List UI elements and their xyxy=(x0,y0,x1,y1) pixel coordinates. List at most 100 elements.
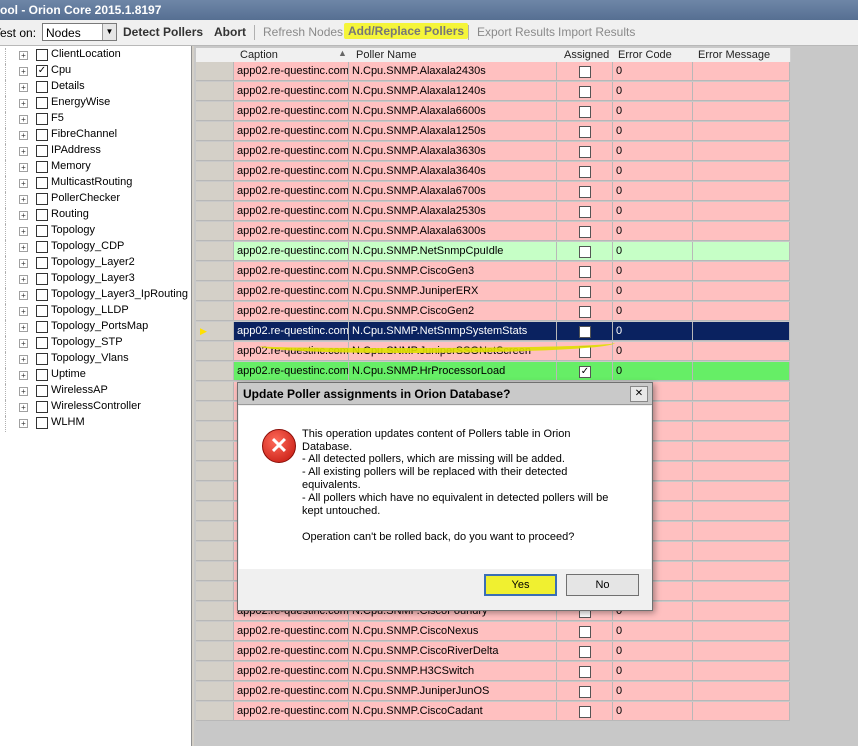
assigned-checkbox[interactable] xyxy=(579,106,591,118)
expand-icon[interactable]: + xyxy=(19,115,28,124)
tree-item[interactable]: + PollerChecker xyxy=(0,192,191,208)
expand-icon[interactable]: + xyxy=(19,291,28,300)
table-row[interactable]: app02.re-questinc.com N.Cpu.SNMP.Alaxala1… xyxy=(196,82,790,102)
row-selector[interactable] xyxy=(196,242,234,261)
expand-icon[interactable]: + xyxy=(19,131,28,140)
row-selector[interactable] xyxy=(196,702,234,721)
table-row[interactable]: app02.re-questinc.com N.Cpu.SNMP.CiscoCad… xyxy=(196,702,790,722)
expand-icon[interactable]: + xyxy=(19,323,28,332)
row-selector[interactable] xyxy=(196,282,234,301)
assigned-checkbox[interactable] xyxy=(579,186,591,198)
row-selector[interactable] xyxy=(196,62,234,81)
tree-checkbox[interactable] xyxy=(36,321,48,333)
add-replace-pollers-button[interactable]: Add/Replace Pollers xyxy=(344,23,469,39)
tree-item[interactable]: + IPAddress xyxy=(0,144,191,160)
tree-checkbox[interactable] xyxy=(36,161,48,173)
row-selector[interactable] xyxy=(196,222,234,241)
column-header-error-code[interactable]: Error Code xyxy=(616,48,697,62)
table-row[interactable]: app02.re-questinc.com N.Cpu.SNMP.H3CSwitc… xyxy=(196,662,790,682)
row-selector[interactable] xyxy=(196,182,234,201)
table-row[interactable]: app02.re-questinc.com N.Cpu.SNMP.Alaxala6… xyxy=(196,182,790,202)
table-row[interactable]: app02.re-questinc.com N.Cpu.SNMP.Alaxala3… xyxy=(196,142,790,162)
expand-icon[interactable]: + xyxy=(19,99,28,108)
tree-checkbox[interactable] xyxy=(36,385,48,397)
tree-checkbox[interactable] xyxy=(36,289,48,301)
row-selector[interactable] xyxy=(196,622,234,641)
assigned-checkbox[interactable] xyxy=(579,666,591,678)
tree-item[interactable]: + Topology_LLDP xyxy=(0,304,191,320)
tree-item[interactable]: + Topology_Layer3_IpRouting xyxy=(0,288,191,304)
import-results-button[interactable]: Import Results xyxy=(558,25,635,39)
tree-item[interactable]: + ✓ Cpu xyxy=(0,64,191,80)
assigned-checkbox[interactable] xyxy=(579,686,591,698)
assigned-checkbox[interactable] xyxy=(579,646,591,658)
row-selector[interactable] xyxy=(196,522,234,541)
table-row[interactable]: app02.re-questinc.com N.Cpu.SNMP.CiscoGen… xyxy=(196,262,790,282)
row-selector[interactable] xyxy=(196,502,234,521)
tree-item[interactable]: + Routing xyxy=(0,208,191,224)
expand-icon[interactable]: + xyxy=(19,243,28,252)
expand-icon[interactable]: + xyxy=(19,163,28,172)
column-header-assigned[interactable]: Assigned xyxy=(560,48,617,62)
tree-item[interactable]: + WirelessController xyxy=(0,400,191,416)
tree-checkbox[interactable] xyxy=(36,369,48,381)
tree-checkbox[interactable] xyxy=(36,257,48,269)
table-row[interactable]: app02.re-questinc.com N.Cpu.SNMP.Alaxala6… xyxy=(196,102,790,122)
tree-item[interactable]: + Uptime xyxy=(0,368,191,384)
tree-item[interactable]: + EnergyWise xyxy=(0,96,191,112)
expand-icon[interactable]: + xyxy=(19,83,28,92)
tree-checkbox[interactable] xyxy=(36,129,48,141)
tree-item[interactable]: + Memory xyxy=(0,160,191,176)
table-row[interactable]: app02.re-questinc.com N.Cpu.SNMP.Alaxala2… xyxy=(196,62,790,82)
assigned-checkbox[interactable] xyxy=(579,86,591,98)
tree-checkbox[interactable] xyxy=(36,417,48,429)
tree-item[interactable]: + Topology xyxy=(0,224,191,240)
table-row[interactable]: app02.re-questinc.com N.Cpu.SNMP.HrProces… xyxy=(196,362,790,382)
tree-item[interactable]: + Details xyxy=(0,80,191,96)
assigned-checkbox[interactable] xyxy=(579,266,591,278)
row-selector[interactable] xyxy=(196,422,234,441)
tree-checkbox[interactable] xyxy=(36,225,48,237)
tree-item[interactable]: + Topology_CDP xyxy=(0,240,191,256)
row-selector[interactable] xyxy=(196,142,234,161)
table-row[interactable]: app02.re-questinc.com N.Cpu.SNMP.CiscoRiv… xyxy=(196,642,790,662)
row-selector[interactable] xyxy=(196,262,234,281)
tree-item[interactable]: + Topology_Layer2 xyxy=(0,256,191,272)
close-icon[interactable]: ✕ xyxy=(630,386,648,402)
assigned-checkbox[interactable] xyxy=(579,226,591,238)
expand-icon[interactable]: + xyxy=(19,339,28,348)
abort-button[interactable]: Abort xyxy=(214,25,246,39)
row-selector[interactable] xyxy=(196,162,234,181)
expand-icon[interactable]: + xyxy=(19,227,28,236)
table-row[interactable]: app02.re-questinc.com N.Cpu.SNMP.CiscoGen… xyxy=(196,302,790,322)
tree-item[interactable]: + MulticastRouting xyxy=(0,176,191,192)
tree-item[interactable]: + Topology_STP xyxy=(0,336,191,352)
assigned-checkbox[interactable] xyxy=(579,626,591,638)
row-selector[interactable] xyxy=(196,122,234,141)
assigned-checkbox[interactable] xyxy=(579,706,591,718)
tree-checkbox[interactable] xyxy=(36,97,48,109)
expand-icon[interactable]: + xyxy=(19,355,28,364)
row-selector[interactable] xyxy=(196,202,234,221)
chevron-down-icon[interactable]: ▼ xyxy=(102,24,116,40)
column-header-caption[interactable]: Caption ▲ xyxy=(234,48,353,62)
row-selector[interactable] xyxy=(196,442,234,461)
no-button[interactable]: No xyxy=(566,574,639,596)
assigned-checkbox[interactable] xyxy=(579,206,591,218)
table-row[interactable]: app02.re-questinc.com N.Cpu.SNMP.Alaxala1… xyxy=(196,122,790,142)
tree-checkbox[interactable] xyxy=(36,145,48,157)
assigned-checkbox[interactable] xyxy=(579,306,591,318)
tree-checkbox[interactable] xyxy=(36,177,48,189)
detect-pollers-button[interactable]: Detect Pollers xyxy=(123,25,203,39)
expand-icon[interactable]: + xyxy=(19,195,28,204)
tree-item[interactable]: + FibreChannel xyxy=(0,128,191,144)
table-row[interactable]: app02.re-questinc.com N.Cpu.SNMP.Alaxala6… xyxy=(196,222,790,242)
tree-checkbox[interactable] xyxy=(36,193,48,205)
row-selector[interactable] xyxy=(196,662,234,681)
row-selector[interactable] xyxy=(196,402,234,421)
yes-button[interactable]: Yes xyxy=(484,574,557,596)
row-selector[interactable] xyxy=(196,542,234,561)
export-results-button[interactable]: Export Results xyxy=(477,25,555,39)
row-selector[interactable]: ▶ xyxy=(196,322,234,341)
tree-item[interactable]: + Topology_Vlans xyxy=(0,352,191,368)
